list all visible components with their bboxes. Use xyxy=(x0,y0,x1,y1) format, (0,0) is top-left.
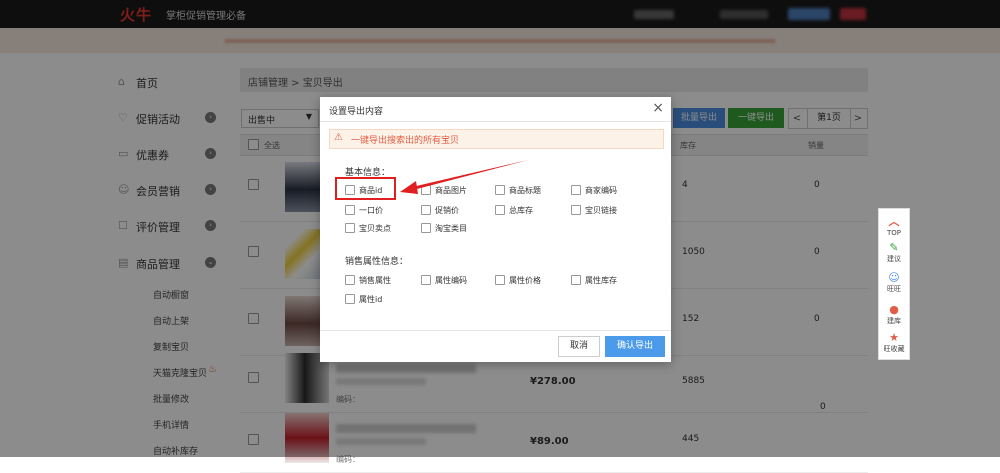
chat-icon: ☺ xyxy=(888,271,900,284)
annotation-arrow xyxy=(400,160,528,194)
divider xyxy=(320,330,671,331)
cancel-button[interactable]: 取消 xyxy=(558,336,600,357)
confirm-export-button[interactable]: 确认导出 xyxy=(605,336,665,357)
chevron-up-icon: ︿ xyxy=(888,215,900,228)
suggest-library-button[interactable]: ● 建库 xyxy=(879,303,909,326)
favorite-button[interactable]: ★ 旺收藏 xyxy=(879,331,909,354)
arrow-head xyxy=(400,181,418,194)
pencil-icon: ✎ xyxy=(889,241,899,254)
floating-tools: ︿ TOP ✎ 建议 ☺ 旺旺 ● 建库 ★ 旺收藏 xyxy=(878,208,910,360)
suggest-button[interactable]: ✎ 建议 xyxy=(879,241,909,264)
export-settings-dialog: 设置导出内容 × ⚠ 一键导出搜索出的所有宝贝 基本信息： 商品id 商品图片 … xyxy=(320,97,671,362)
back-to-top-button[interactable]: ︿ TOP xyxy=(879,213,909,237)
star-icon: ★ xyxy=(889,331,899,344)
arrow-shaft xyxy=(412,160,528,190)
wangwang-button[interactable]: ☺ 旺旺 xyxy=(879,271,909,294)
balloon-icon: ● xyxy=(889,303,899,316)
